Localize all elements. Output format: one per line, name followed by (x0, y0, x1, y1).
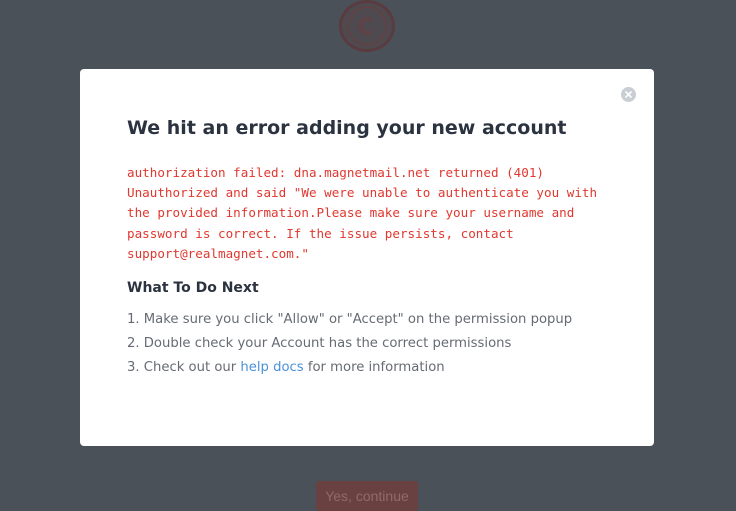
app-logo-icon (339, 0, 395, 52)
step-item: 2. Double check your Account has the cor… (127, 336, 512, 351)
error-modal: We hit an error adding your new account … (80, 69, 654, 446)
step-prefix: 3. Check out our (127, 360, 241, 375)
step-suffix: for more information (303, 360, 445, 375)
close-button[interactable] (621, 87, 636, 102)
modal-title: We hit an error adding your new account (127, 117, 567, 139)
next-steps-list: 1. Make sure you click "Allow" or "Accep… (127, 309, 572, 381)
error-message: authorization failed: dna.magnetmail.net… (127, 163, 617, 264)
step-item: 1. Make sure you click "Allow" or "Accep… (127, 312, 573, 327)
app-logo-ring (347, 6, 387, 46)
step-item: 3. Check out our help docs for more info… (127, 357, 572, 381)
error-line: the provided information.Please make sur… (127, 205, 575, 221)
close-icon (625, 91, 632, 98)
error-line: authorization failed: dna.magnetmail.net… (127, 165, 545, 180)
app-logo-glyph (358, 17, 373, 35)
next-steps-heading: What To Do Next (127, 280, 259, 296)
continue-button: Yes, continue (316, 481, 418, 511)
error-line: password is correct. If the issue persis… (127, 225, 514, 241)
error-line: Unauthorized and said "We were unable to… (127, 185, 598, 201)
help-docs-link[interactable]: help docs (240, 360, 303, 375)
error-line: support@realmagnet.com." (127, 245, 309, 261)
